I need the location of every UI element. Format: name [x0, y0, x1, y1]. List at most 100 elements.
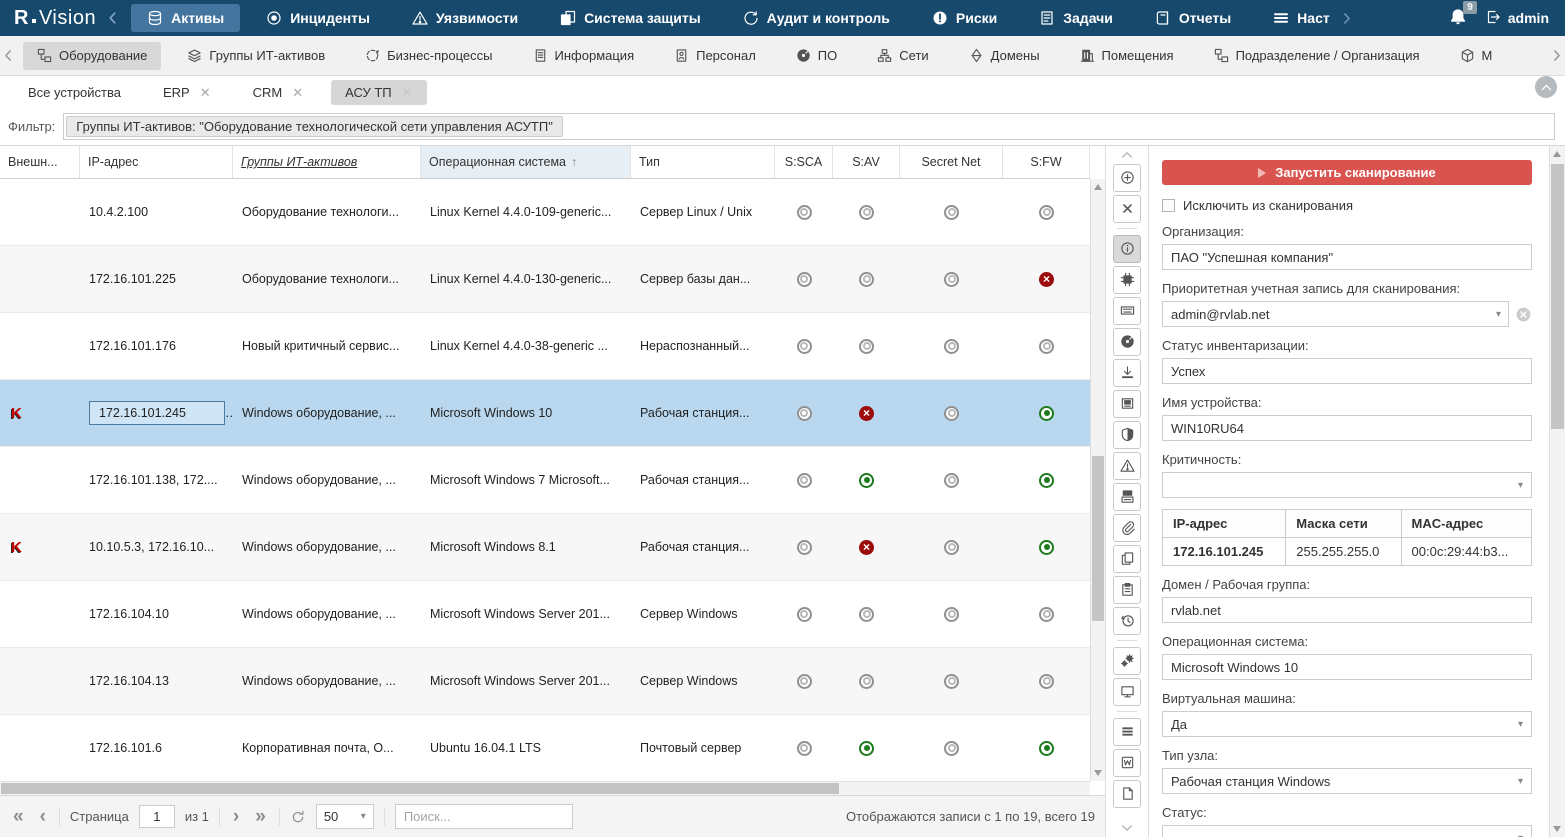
side-tool-circle-plus-button[interactable]	[1113, 163, 1141, 192]
toolbar-item[interactable]: Помещения	[1066, 42, 1188, 70]
toolbar-scroll-left-icon[interactable]	[0, 49, 17, 62]
os-input[interactable]	[1162, 654, 1532, 680]
user-menu-button[interactable]: admin	[1485, 9, 1549, 28]
side-tool-menu-lines-button[interactable]	[1113, 717, 1141, 746]
panel-scrollbar-thumb[interactable]	[1551, 164, 1564, 429]
clear-field-icon[interactable]	[1515, 306, 1532, 323]
nav-item-риски[interactable]: Риски	[916, 4, 1013, 32]
search-input[interactable]	[394, 804, 573, 830]
table-row[interactable]: 172.16.101.138, 172.... Windows оборудова…	[0, 447, 1090, 514]
ip-table-row[interactable]: 172.16.101.245 255.255.255.0 00:0c:29:44…	[1161, 537, 1533, 566]
column-header[interactable]: S:SCA	[775, 146, 833, 178]
chevron-up-icon[interactable]	[1120, 148, 1134, 162]
side-tool-shield-button[interactable]	[1113, 420, 1141, 449]
exclude-from-scan-checkbox[interactable]: Исключить из сканирования	[1162, 198, 1532, 213]
side-tool-history-button[interactable]	[1113, 606, 1141, 635]
side-tool-disc-tool-button[interactable]	[1113, 327, 1141, 356]
column-header[interactable]: Операционная система ↑	[421, 146, 631, 178]
nav-item-уязвимости[interactable]: Уязвимости	[396, 4, 534, 32]
tab-все устройства[interactable]: Все устройства	[14, 80, 135, 105]
toolbar-item[interactable]: Бизнес-процессы	[351, 42, 506, 70]
priority-account-input[interactable]	[1162, 301, 1509, 327]
column-header[interactable]: S:FW	[1003, 146, 1090, 178]
collapse-panel-button[interactable]	[1535, 76, 1557, 98]
last-page-button[interactable]: »	[252, 807, 269, 826]
side-tool-clipboard-button[interactable]	[1113, 575, 1141, 604]
nav-item-аудит и контроль[interactable]: Аудит и контроль	[727, 4, 906, 32]
nav-item-задачи[interactable]: Задачи	[1023, 4, 1129, 32]
status-select[interactable]: ▾	[1162, 825, 1532, 837]
vertical-scrollbar-thumb[interactable]	[1092, 456, 1104, 621]
side-tool-paperclip-button[interactable]	[1113, 513, 1141, 542]
side-tool-gears-button[interactable]	[1113, 646, 1141, 675]
nav-item-система защиты[interactable]: Система защиты	[544, 4, 717, 32]
column-header[interactable]: IP-адрес	[80, 146, 233, 178]
column-header[interactable]: Группы ИТ-активов	[233, 146, 421, 178]
scroll-up-arrow-icon[interactable]	[1553, 151, 1561, 157]
nav-item-наст[interactable]: Наст	[1257, 4, 1369, 32]
side-tool-id-card-button[interactable]	[1113, 389, 1141, 418]
nav-item-отчеты[interactable]: Отчеты	[1139, 4, 1247, 32]
toolbar-item[interactable]: Персонал	[660, 42, 770, 70]
notifications-bell-button[interactable]: 9	[1449, 0, 1477, 29]
toolbar-item[interactable]: М	[1446, 42, 1507, 70]
table-row[interactable]: 172.16.104.13 Windows оборудование, ... Mi…	[0, 648, 1090, 715]
page-number-input[interactable]	[138, 805, 175, 829]
side-tool-close-button[interactable]	[1113, 194, 1141, 223]
tab-erp[interactable]: ERP ✕	[149, 80, 225, 105]
close-icon[interactable]: ✕	[200, 86, 211, 99]
close-icon[interactable]: ✕	[292, 86, 303, 99]
panel-scrollbar[interactable]	[1549, 146, 1565, 837]
first-page-button[interactable]: «	[10, 807, 27, 826]
nav-collapse-chevron-left-icon[interactable]	[106, 11, 120, 25]
ip-edit-box[interactable]: 172.16.101.245	[89, 401, 225, 425]
side-tool-keyboard-button[interactable]	[1113, 296, 1141, 325]
vm-select[interactable]: Да ▾	[1162, 711, 1532, 737]
toolbar-item[interactable]: Домены	[955, 42, 1054, 70]
table-row[interactable]: K 10.10.5.3, 172.16.10... Windows оборудов…	[0, 514, 1090, 581]
toolbar-item[interactable]: Группы ИТ-активов	[173, 42, 339, 70]
chevron-down-icon[interactable]	[1106, 820, 1148, 836]
toolbar-item[interactable]: Информация	[519, 42, 649, 70]
device-name-input[interactable]	[1162, 415, 1532, 441]
side-tool-chip-button[interactable]	[1113, 265, 1141, 294]
nav-item-активы[interactable]: Активы	[131, 4, 241, 32]
horizontal-scrollbar[interactable]	[0, 781, 1090, 796]
toolbar-item[interactable]: Оборудование	[23, 41, 162, 70]
side-tool-copy-button[interactable]	[1113, 544, 1141, 573]
filter-chip[interactable]: Группы ИТ-активов: "Оборудование техноло…	[66, 116, 563, 137]
criticality-select[interactable]: ▾	[1162, 472, 1532, 498]
organization-input[interactable]	[1162, 244, 1532, 270]
column-header[interactable]: S:AV	[833, 146, 900, 178]
table-row[interactable]: 172.16.101.225 Оборудование технологи... L…	[0, 246, 1090, 313]
start-scan-button[interactable]: Запустить сканирование	[1162, 160, 1532, 185]
table-row[interactable]: 10.4.2.100 Оборудование технологи... Linux…	[0, 179, 1090, 246]
page-size-select[interactable]: 50 ▾	[315, 804, 374, 830]
side-tool-server-button[interactable]	[1113, 482, 1141, 511]
toolbar-item[interactable]: Подразделение / Организация	[1200, 42, 1434, 70]
close-icon[interactable]: ✕	[402, 86, 413, 99]
toolbar-item[interactable]: Сети	[863, 42, 942, 70]
table-row[interactable]: K 172.16.101.245 Windows оборудование, ...…	[0, 380, 1090, 447]
next-page-button[interactable]: ›	[230, 807, 242, 826]
side-tool-info-button[interactable]	[1113, 234, 1141, 263]
table-row[interactable]: 172.16.104.10 Windows оборудование, ... Mi…	[0, 581, 1090, 648]
column-header[interactable]: Внешн...	[0, 146, 80, 178]
side-tool-monitor-button[interactable]	[1113, 677, 1141, 706]
toolbar-scroll-right-icon[interactable]	[1548, 49, 1565, 62]
table-row[interactable]: 172.16.101.176 Новый критичный сервис... L…	[0, 313, 1090, 380]
refresh-icon[interactable]	[290, 809, 306, 825]
side-tool-page-button[interactable]	[1113, 779, 1141, 808]
scroll-down-arrow-icon[interactable]	[1094, 770, 1102, 777]
chevron-down-icon[interactable]: ▾	[1496, 309, 1501, 320]
column-header[interactable]: Secret Net	[900, 146, 1003, 178]
nav-item-инциденты[interactable]: Инциденты	[250, 4, 386, 32]
checkbox-box[interactable]	[1162, 199, 1175, 212]
side-tool-warning-button[interactable]	[1113, 451, 1141, 480]
table-row[interactable]: 172.16.101.6 Корпоративная почта, О... Ubu…	[0, 715, 1090, 782]
prev-page-button[interactable]: ‹	[37, 807, 49, 826]
tab-crm[interactable]: CRM ✕	[239, 80, 318, 105]
scroll-down-arrow-icon[interactable]	[1553, 826, 1561, 832]
side-tool-word-doc-button[interactable]	[1113, 748, 1141, 777]
vertical-scrollbar[interactable]	[1090, 179, 1105, 782]
